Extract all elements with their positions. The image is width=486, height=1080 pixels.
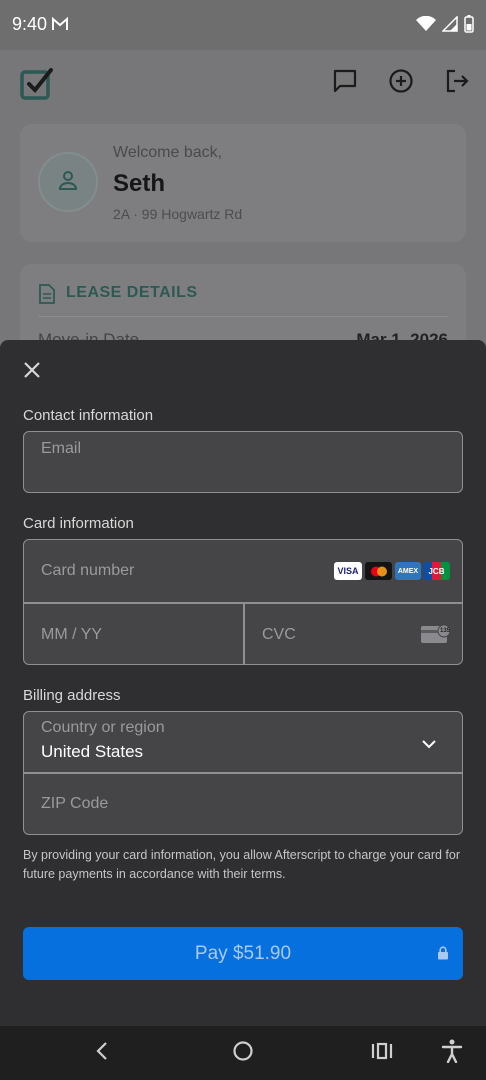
email-placeholder: Email bbox=[41, 440, 82, 457]
amex-logo: AMEX bbox=[395, 562, 421, 580]
card-number-placeholder: Card number bbox=[41, 562, 135, 579]
chat-icon[interactable] bbox=[332, 68, 358, 99]
system-icons bbox=[416, 15, 474, 38]
user-address: 2A · 99 Hogwartz Rd bbox=[113, 206, 243, 222]
status-bar: 9:40 bbox=[0, 0, 486, 50]
email-field[interactable]: Email bbox=[23, 431, 463, 493]
payment-sheet: Contact information Email Card informati… bbox=[0, 340, 486, 1026]
lock-icon bbox=[437, 946, 449, 965]
accessibility-icon bbox=[441, 1039, 463, 1068]
expiry-field[interactable]: MM / YY bbox=[24, 603, 243, 665]
signal-icon bbox=[441, 15, 458, 37]
card-info-group: Card number VISA AMEX JCB MM / YY CVC 13… bbox=[23, 539, 463, 665]
battery-icon bbox=[464, 15, 474, 38]
home-icon bbox=[232, 1040, 254, 1067]
logout-icon[interactable] bbox=[444, 68, 470, 99]
lease-details-card: LEASE DETAILS Move-in Date Mar 1, 2026 bbox=[20, 264, 466, 350]
avatar bbox=[38, 152, 98, 212]
welcome-text: Welcome back, bbox=[113, 144, 223, 161]
status-time: 9:40 bbox=[12, 14, 48, 34]
recents-icon bbox=[371, 1042, 393, 1065]
lease-divider bbox=[38, 316, 448, 317]
card-number-field[interactable]: Card number VISA AMEX JCB bbox=[24, 540, 462, 602]
back-icon bbox=[96, 1041, 108, 1065]
lease-title: LEASE DETAILS bbox=[66, 284, 198, 301]
home-button[interactable] bbox=[230, 1040, 256, 1066]
pay-button-label: Pay $51.90 bbox=[194, 942, 292, 964]
card-info-label: Card information bbox=[23, 515, 134, 532]
cvc-badge-text: 135 bbox=[439, 628, 450, 634]
legal-text: By providing your card information, you … bbox=[23, 848, 461, 881]
country-value: United States bbox=[41, 742, 144, 761]
contact-info-label: Contact information bbox=[23, 407, 154, 424]
recents-button[interactable] bbox=[369, 1040, 395, 1066]
cvc-field[interactable]: CVC 135 bbox=[245, 603, 463, 665]
mastercard-logo bbox=[365, 562, 392, 580]
chevron-down-icon bbox=[422, 736, 436, 754]
gmail-icon bbox=[52, 16, 68, 36]
person-icon bbox=[56, 168, 80, 197]
system-nav-bar bbox=[0, 1026, 486, 1080]
pay-button[interactable]: Pay $51.90 bbox=[23, 927, 463, 980]
accessibility-button[interactable] bbox=[439, 1039, 465, 1068]
welcome-card: Welcome back, Seth 2A · 99 Hogwartz Rd bbox=[20, 124, 466, 242]
visa-logo: VISA bbox=[334, 562, 362, 580]
document-icon bbox=[38, 284, 56, 309]
zip-placeholder: ZIP Code bbox=[41, 795, 109, 812]
country-label: Country or region bbox=[41, 719, 165, 736]
background-app: Welcome back, Seth 2A · 99 Hogwartz Rd L… bbox=[0, 50, 486, 350]
close-button[interactable] bbox=[20, 360, 44, 384]
wifi-icon bbox=[416, 15, 436, 37]
add-icon[interactable] bbox=[388, 68, 414, 99]
billing-address-label: Billing address bbox=[23, 687, 121, 704]
country-select[interactable]: Country or region United States bbox=[24, 712, 462, 773]
zip-code-field[interactable]: ZIP Code bbox=[24, 774, 462, 835]
user-name: Seth bbox=[113, 170, 166, 197]
jcb-logo: JCB bbox=[423, 562, 450, 580]
app-logo-icon bbox=[20, 66, 54, 105]
billing-address-group: Country or region United States ZIP Code bbox=[23, 711, 463, 835]
cvc-card-icon: 135 bbox=[421, 624, 451, 649]
top-actions bbox=[332, 68, 470, 99]
cvc-placeholder: CVC bbox=[262, 626, 296, 643]
close-icon bbox=[24, 361, 40, 383]
expiry-placeholder: MM / YY bbox=[41, 626, 103, 643]
back-button[interactable] bbox=[89, 1040, 115, 1066]
